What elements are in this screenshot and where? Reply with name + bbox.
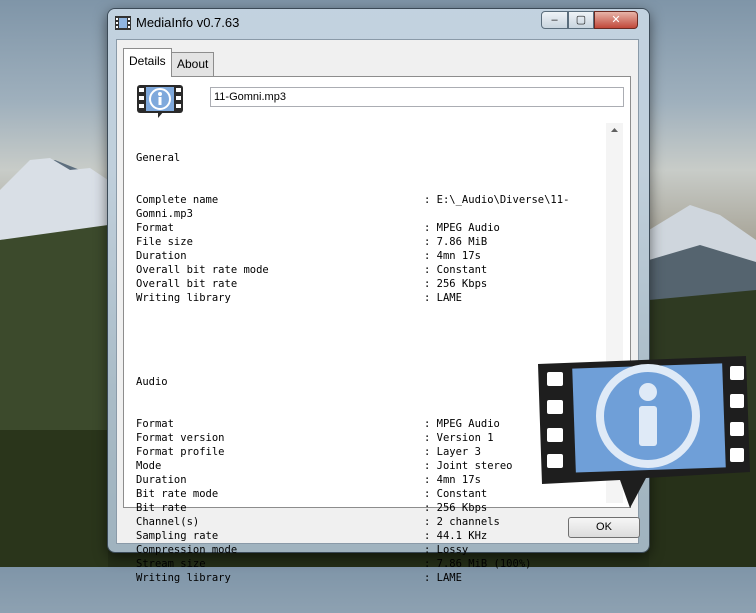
audio-info-row: Bit rate mode : Constant xyxy=(136,487,487,501)
info-key: Format xyxy=(136,418,174,430)
audio-info-row: Duration : 4mn 17s xyxy=(136,473,481,487)
tab-about[interactable]: About xyxy=(171,52,215,76)
file-name-field[interactable] xyxy=(210,87,624,107)
general-info-row: Format : MPEG Audio xyxy=(136,221,500,235)
info-key: Bit rate xyxy=(136,502,187,514)
info-key: Format profile xyxy=(136,446,225,458)
audio-info-row: Format profile : Layer 3 xyxy=(136,445,481,459)
info-value: : MPEG Audio xyxy=(424,418,500,430)
media-info-text[interactable]: General Complete name : E:\_Audio\Diverse… xyxy=(136,123,569,613)
audio-info-row: Bit rate : 256 Kbps xyxy=(136,501,487,515)
mediainfo-logo-icon xyxy=(137,85,183,118)
info-value: : Version 1 xyxy=(424,432,494,444)
info-key: Stream size xyxy=(136,558,206,570)
audio-info-row: Channel(s) : 2 channels xyxy=(136,515,500,529)
maximize-button[interactable]: ▢ xyxy=(568,11,594,29)
info-key: Compression mode xyxy=(136,544,238,556)
info-key: Overall bit rate xyxy=(136,278,238,290)
general-info-row: Overall bit rate : 256 Kbps xyxy=(136,277,487,291)
info-value: : Joint stereo xyxy=(424,460,513,472)
info-value: : LAME xyxy=(424,292,462,304)
info-key: Duration xyxy=(136,250,187,262)
general-info-row: Complete name : E:\_Audio\Diverse\11- xyxy=(136,193,569,207)
title-bar[interactable]: MediaInfo v0.7.63 – ▢ ✕ xyxy=(108,9,649,37)
info-key: Format xyxy=(136,222,174,234)
tab-details[interactable]: Details xyxy=(123,48,172,77)
app-film-icon xyxy=(115,16,131,30)
info-value: : 256 Kbps xyxy=(424,278,488,290)
general-info-row: Duration : 4mn 17s xyxy=(136,249,481,263)
info-value: : Lossy xyxy=(424,544,469,556)
window-title: MediaInfo v0.7.63 xyxy=(136,15,240,30)
info-value: : E:\_Audio\Diverse\11- xyxy=(424,194,570,206)
mediainfo-large-logo-icon xyxy=(538,356,750,508)
info-value: : 7.86 MiB xyxy=(424,236,488,248)
info-key: Writing library xyxy=(136,572,231,584)
section-heading-general: General xyxy=(136,152,181,164)
info-key: Sampling rate xyxy=(136,530,219,542)
info-key: Duration xyxy=(136,474,187,486)
info-value: : 7.86 MiB (100%) xyxy=(424,558,532,570)
info-value: : Layer 3 xyxy=(424,446,481,458)
scroll-up-arrow-icon[interactable] xyxy=(606,124,623,136)
general-info-row: Overall bit rate mode : Constant xyxy=(136,263,487,277)
audio-info-row: Stream size : 7.86 MiB (100%) xyxy=(136,557,531,571)
info-value: : 4mn 17s xyxy=(424,250,481,262)
info-key: Bit rate mode xyxy=(136,488,219,500)
info-key: Channel(s) xyxy=(136,516,200,528)
info-value: : 4mn 17s xyxy=(424,474,481,486)
audio-info-row: Format : MPEG Audio xyxy=(136,417,500,431)
general-info-row: File size : 7.86 MiB xyxy=(136,235,487,249)
audio-info-row: Mode : Joint stereo xyxy=(136,459,513,473)
general-info-row: Gomni.mp3 xyxy=(136,207,193,221)
info-value: : 2 channels xyxy=(424,516,500,528)
info-value: : LAME xyxy=(424,572,462,584)
section-heading-audio: Audio xyxy=(136,376,168,388)
audio-info-row: Compression mode : Lossy xyxy=(136,543,468,557)
info-value: : 256 Kbps xyxy=(424,502,488,514)
general-info-row: Writing library : LAME xyxy=(136,291,462,305)
info-value: : MPEG Audio xyxy=(424,222,500,234)
ok-button[interactable]: OK xyxy=(568,517,640,538)
info-key: Format version xyxy=(136,432,225,444)
audio-info-row: Sampling rate : 44.1 KHz xyxy=(136,529,487,543)
info-value: : 44.1 KHz xyxy=(424,530,488,542)
close-button[interactable]: ✕ xyxy=(594,11,638,29)
info-value: : Constant xyxy=(424,488,488,500)
audio-info-row: Writing library : LAME xyxy=(136,571,462,585)
minimize-button[interactable]: – xyxy=(541,11,568,29)
info-key: Gomni.mp3 xyxy=(136,208,193,220)
info-value: : Constant xyxy=(424,264,488,276)
info-key: Overall bit rate mode xyxy=(136,264,269,276)
info-key: File size xyxy=(136,236,193,248)
info-key: Mode xyxy=(136,460,162,472)
info-key: Complete name xyxy=(136,194,219,206)
audio-info-row: Format version : Version 1 xyxy=(136,431,494,445)
info-key: Writing library xyxy=(136,292,231,304)
